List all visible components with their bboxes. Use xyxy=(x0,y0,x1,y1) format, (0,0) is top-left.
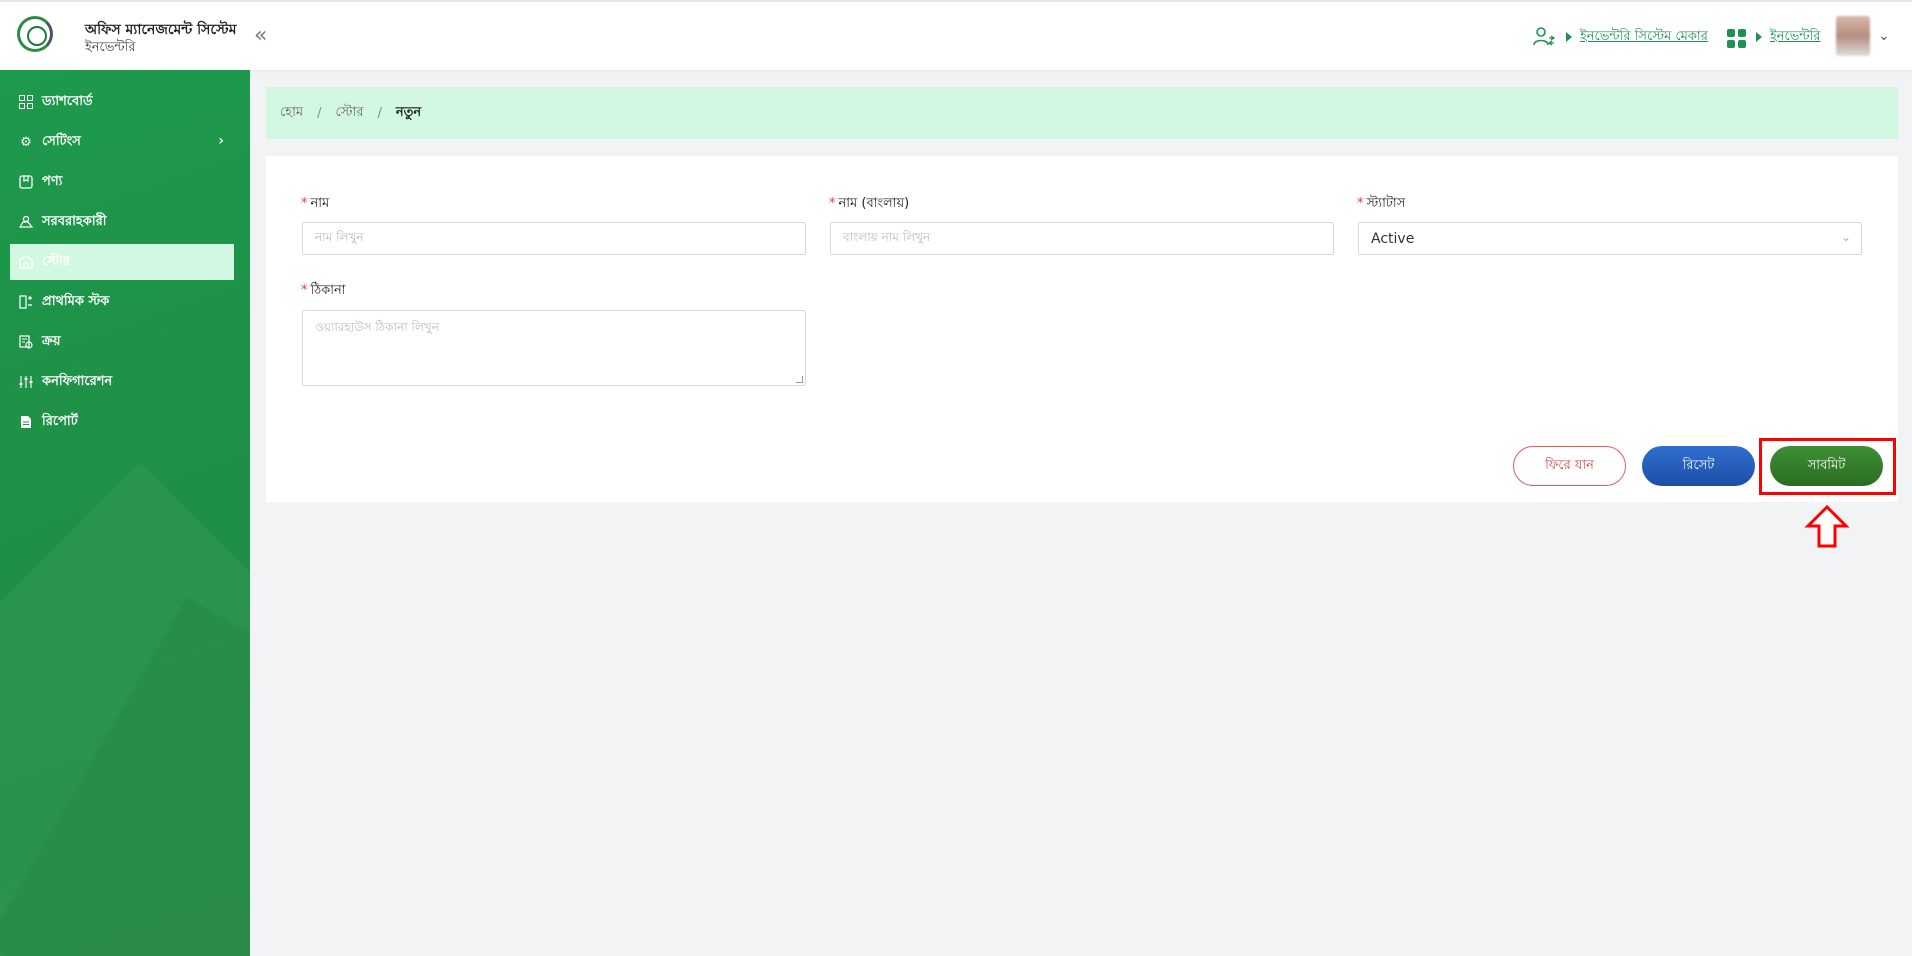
sidebar-item-purchase[interactable]: ক্রয় xyxy=(10,324,234,360)
address-textarea[interactable]: ওয়্যারহাউস ঠিকানা লিখুন xyxy=(302,310,806,386)
purchase-icon xyxy=(18,334,34,350)
name-bn-label: * নাম (বাংলায়) xyxy=(829,196,910,211)
sidebar-item-store[interactable]: স্টোর xyxy=(10,244,234,280)
required-mark: * xyxy=(301,283,308,298)
configuration-icon xyxy=(18,374,34,390)
user-switch-icon[interactable] xyxy=(1532,25,1556,49)
required-mark: * xyxy=(829,196,836,211)
address-label: * ঠিকানা xyxy=(301,283,346,298)
avatar[interactable] xyxy=(1836,16,1870,56)
sidebar-item-products[interactable]: পণ্য xyxy=(10,164,234,200)
address-placeholder: ওয়্যারহাউস ঠিকানা লিখুন xyxy=(315,320,439,334)
sidebar-item-label: ড্যাশবোর্ড xyxy=(42,93,93,109)
required-mark: * xyxy=(1357,196,1364,211)
report-icon xyxy=(18,414,34,430)
sidebar-item-initial-stock[interactable]: প্রাথমিক স্টক xyxy=(10,284,234,320)
caret-right-icon xyxy=(1756,32,1762,42)
breadcrumb: হোম / স্টোর / নতুন xyxy=(266,87,1898,139)
up-arrow-icon xyxy=(1804,504,1850,548)
breadcrumb-home[interactable]: হোম xyxy=(280,103,303,124)
chevron-down-icon: ⌄ xyxy=(1840,230,1851,244)
caret-right-icon xyxy=(1566,32,1572,42)
breadcrumb-store[interactable]: স্টোর xyxy=(335,103,363,124)
required-mark: * xyxy=(301,196,308,211)
breadcrumb-separator: / xyxy=(317,105,322,121)
name-input[interactable]: নাম লিখুন xyxy=(302,222,806,255)
sidebar-item-label: প্রাথমিক স্টক xyxy=(42,293,110,309)
resize-handle[interactable] xyxy=(796,376,803,383)
supplier-icon xyxy=(18,214,34,230)
role-link[interactable]: ইনভেন্টরি সিস্টেম মেকার xyxy=(1580,27,1708,48)
product-icon xyxy=(18,174,34,190)
mra-logo xyxy=(17,16,53,52)
store-icon xyxy=(18,254,34,270)
sidebar-item-label: স্টোর xyxy=(42,253,70,269)
top-header: অফিস ম্যানেজমেন্ট সিস্টেম ইনভেন্টরি « ইন… xyxy=(0,0,1912,70)
chevron-right-icon: › xyxy=(218,133,224,149)
highlight-box xyxy=(1759,438,1896,495)
sidebar-item-supplier[interactable]: সরবরাহকারী xyxy=(10,204,234,240)
sidebar-item-label: সরবরাহকারী xyxy=(42,213,107,229)
back-button[interactable]: ফিরে যান xyxy=(1513,446,1626,486)
name-label: * নাম xyxy=(301,196,330,211)
chevron-down-icon[interactable]: ⌄ xyxy=(1878,28,1890,44)
sidebar-item-label: ক্রয় xyxy=(42,333,61,349)
status-label: * স্ট্যাটাস xyxy=(1357,196,1406,211)
sidebar-item-configuration[interactable]: কনফিগারেশন xyxy=(10,364,234,400)
sidebar-item-label: সেটিংস xyxy=(42,133,81,149)
sidebar-item-label: পণ্য xyxy=(42,173,63,189)
sidebar: ড্যাশবোর্ড ⚙ সেটিংস › পণ্য সরবরাহকারী স্… xyxy=(0,70,250,956)
apps-grid-icon[interactable] xyxy=(1727,29,1746,48)
breadcrumb-current: নতুন xyxy=(395,104,422,120)
gear-icon: ⚙ xyxy=(20,134,32,150)
status-value: Active xyxy=(1371,230,1415,247)
breadcrumb-separator: / xyxy=(377,105,382,121)
name-bn-placeholder: বাংলায় নাম লিখুন xyxy=(843,229,931,244)
sidebar-item-label: কনফিগারেশন xyxy=(42,373,113,389)
name-bn-input[interactable]: বাংলায় নাম লিখুন xyxy=(830,222,1334,255)
sidebar-item-settings[interactable]: ⚙ সেটিংস › xyxy=(10,124,234,160)
status-select[interactable]: Active ⌄ xyxy=(1358,222,1862,255)
sidebar-item-report[interactable]: রিপোর্ট xyxy=(10,404,234,440)
name-placeholder: নাম লিখুন xyxy=(315,229,364,244)
module-link[interactable]: ইনভেন্টরি xyxy=(1770,27,1821,48)
dashboard-icon xyxy=(18,94,34,110)
collapse-sidebar-icon[interactable]: « xyxy=(254,25,267,47)
sidebar-item-dashboard[interactable]: ড্যাশবোর্ড xyxy=(10,84,234,120)
sidebar-item-label: রিপোর্ট xyxy=(42,413,78,429)
reset-button[interactable]: রিসেট xyxy=(1642,446,1755,486)
stock-icon xyxy=(18,294,34,310)
app-subtitle: ইনভেন্টরি xyxy=(85,40,136,55)
